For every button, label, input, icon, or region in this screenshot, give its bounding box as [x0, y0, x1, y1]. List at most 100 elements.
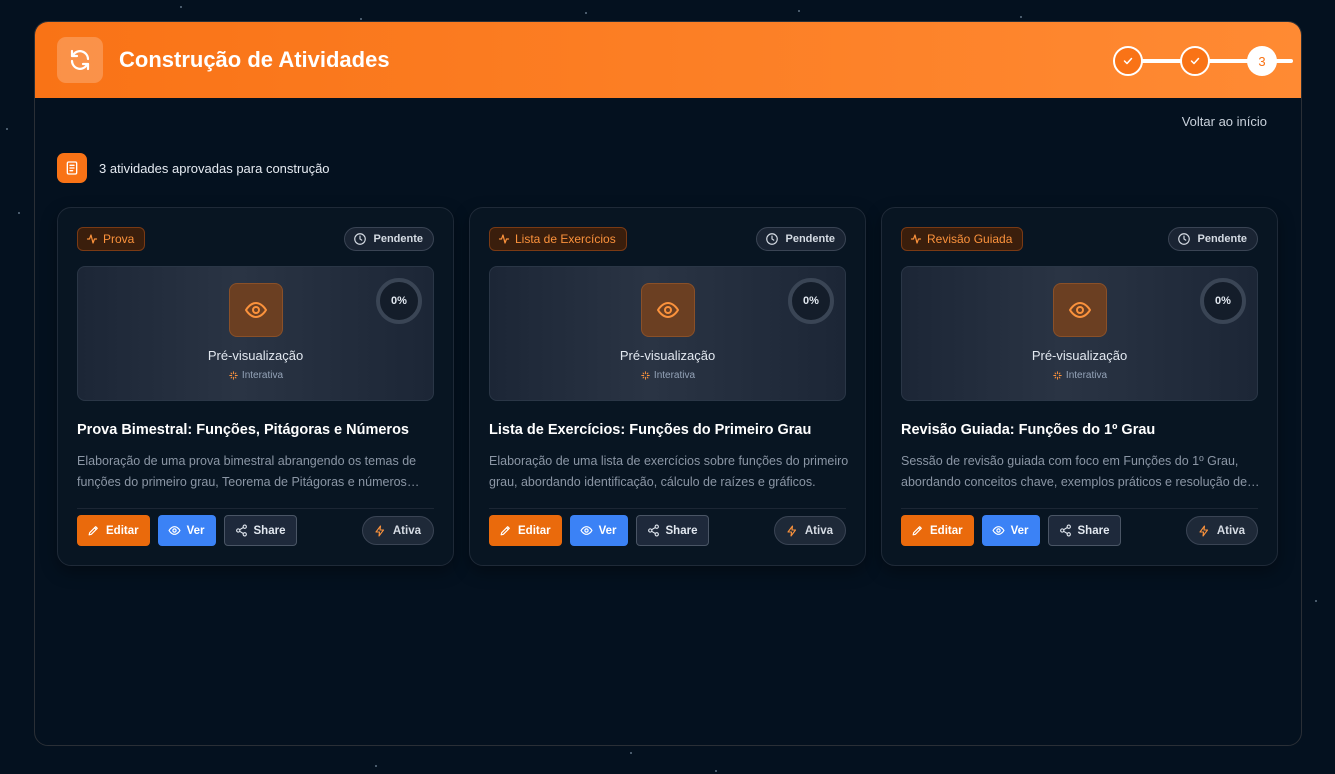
activity-card: Revisão Guiada Pendente Pré-visualização… — [881, 207, 1278, 566]
background-star — [715, 770, 717, 772]
document-icon — [57, 153, 87, 183]
edit-button[interactable]: Editar — [77, 515, 150, 546]
share-button[interactable]: Share — [223, 515, 298, 546]
sparkle-icon — [1053, 371, 1062, 380]
share-button-label: Share — [665, 524, 698, 537]
preview-label: Pré-visualização — [1031, 348, 1128, 363]
eye-icon — [579, 526, 593, 535]
bolt-icon — [1199, 524, 1208, 537]
eye-icon — [1053, 283, 1107, 337]
active-toggle[interactable]: Ativa — [773, 516, 846, 545]
activity-type-label: Prova — [103, 232, 135, 246]
active-label: Ativa — [392, 524, 421, 537]
activity-type-badge: Revisão Guiada — [901, 227, 1024, 251]
eye-icon — [229, 283, 283, 337]
background-star — [18, 212, 20, 214]
background-star — [630, 752, 632, 754]
activity-icon — [910, 234, 922, 244]
share-button-label: Share — [253, 524, 286, 537]
edit-button[interactable]: Editar — [489, 515, 562, 546]
status-badge: Pendente — [344, 227, 434, 251]
clock-icon — [354, 233, 367, 245]
activity-description: Elaboração de uma prova bimestral abrang… — [77, 454, 417, 489]
panel-header: Construção de Atividades 3 — [35, 22, 1301, 98]
preview-sublabel: Interativa — [902, 370, 1257, 381]
card-actions: Editar Ver Share — [77, 515, 305, 546]
check-icon — [1123, 57, 1133, 65]
step-3-current: 3 — [1247, 46, 1277, 76]
step-1-complete — [1113, 46, 1143, 76]
approved-summary: 3 atividades aprovadas para construção — [57, 153, 330, 183]
step-2-complete — [1180, 46, 1210, 76]
status-badge: Pendente — [1168, 227, 1258, 251]
sparkle-icon — [641, 371, 650, 380]
share-button-label: Share — [1077, 524, 1110, 537]
activity-type-label: Lista de Exercícios — [515, 232, 616, 246]
preview-label: Pré-visualização — [207, 348, 304, 363]
summary-text: 3 atividades aprovadas para construção — [99, 160, 330, 176]
clock-icon — [1178, 233, 1191, 245]
activity-title: Revisão Guiada: Funções do 1º Grau — [901, 422, 1156, 438]
view-button-label: Ver — [598, 524, 617, 537]
background-star — [375, 765, 377, 767]
view-button[interactable]: Ver — [981, 515, 1040, 546]
activity-card: Prova Pendente Pré-visualização Interati… — [57, 207, 454, 566]
activity-type-label: Revisão Guiada — [927, 232, 1013, 246]
check-icon — [1190, 57, 1200, 65]
edit-button[interactable]: Editar — [901, 515, 974, 546]
active-label: Ativa — [1216, 524, 1245, 537]
eye-icon — [991, 526, 1005, 535]
preview-sublabel-text: Interativa — [1065, 370, 1108, 381]
edit-icon — [500, 526, 510, 536]
active-toggle[interactable]: Ativa — [361, 516, 434, 545]
active-label: Ativa — [804, 524, 833, 537]
edit-icon — [912, 526, 922, 536]
progress-ring: 0% — [788, 278, 834, 324]
view-button[interactable]: Ver — [569, 515, 628, 546]
share-button[interactable]: Share — [635, 515, 710, 546]
background-star — [1315, 600, 1317, 602]
share-icon — [1059, 524, 1071, 537]
share-button[interactable]: Share — [1047, 515, 1122, 546]
background-star — [6, 128, 8, 130]
background-star — [1020, 16, 1022, 18]
status-label: Pendente — [1197, 233, 1247, 245]
edit-icon — [88, 526, 98, 536]
activity-preview[interactable]: Pré-visualização Interativa 0% — [77, 266, 434, 401]
background-star — [180, 6, 182, 8]
card-divider — [77, 508, 434, 509]
active-toggle[interactable]: Ativa — [1185, 516, 1258, 545]
card-divider — [901, 508, 1258, 509]
activity-preview[interactable]: Pré-visualização Interativa 0% — [901, 266, 1258, 401]
back-to-start-link[interactable]: Voltar ao início — [1182, 114, 1267, 129]
status-badge: Pendente — [756, 227, 846, 251]
progress-ring: 0% — [376, 278, 422, 324]
card-actions: Editar Ver Share — [901, 515, 1129, 546]
background-star — [360, 18, 362, 20]
preview-sublabel-text: Interativa — [241, 370, 284, 381]
page-title: Construção de Atividades — [119, 47, 390, 72]
bolt-icon — [375, 524, 384, 537]
card-actions: Editar Ver Share — [489, 515, 717, 546]
background-star — [798, 10, 800, 12]
sparkle-icon — [229, 371, 238, 380]
activity-title: Lista de Exercícios: Funções do Primeiro… — [489, 422, 812, 438]
share-icon — [235, 524, 247, 537]
preview-sublabel: Interativa — [490, 370, 845, 381]
bolt-icon — [787, 524, 796, 537]
card-divider — [489, 508, 846, 509]
share-icon — [647, 524, 659, 537]
eye-icon — [167, 526, 181, 535]
activity-preview[interactable]: Pré-visualização Interativa 0% — [489, 266, 846, 401]
preview-sublabel: Interativa — [78, 370, 433, 381]
activity-title: Prova Bimestral: Funções, Pitágoras e Nú… — [77, 422, 409, 438]
background-star — [585, 12, 587, 14]
activity-icon — [498, 234, 510, 244]
view-button-label: Ver — [1010, 524, 1029, 537]
refresh-icon — [57, 37, 103, 83]
edit-button-label: Editar — [518, 524, 551, 537]
eye-icon — [641, 283, 695, 337]
activity-type-badge: Prova — [77, 227, 146, 251]
status-label: Pendente — [785, 233, 835, 245]
view-button[interactable]: Ver — [157, 515, 216, 546]
